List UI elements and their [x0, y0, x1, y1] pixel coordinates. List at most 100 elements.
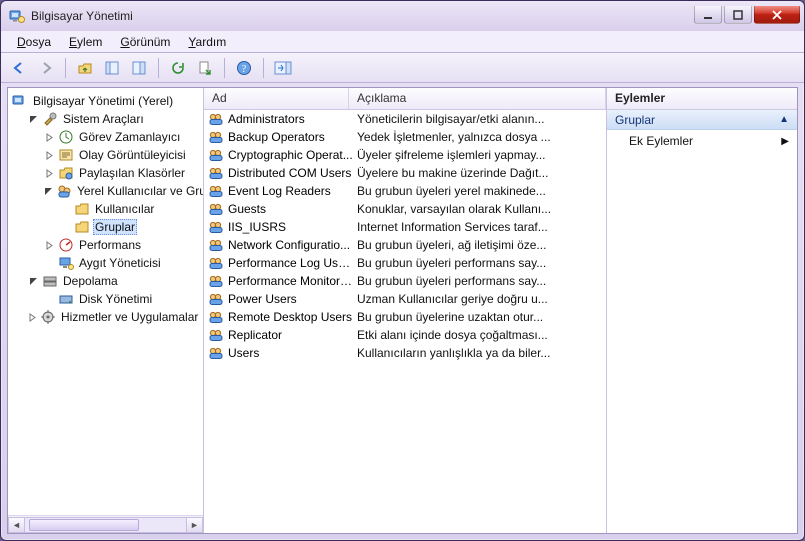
- group-name: Users: [228, 346, 353, 360]
- scroll-right-button[interactable]: ►: [186, 517, 203, 533]
- group-icon: [208, 183, 224, 199]
- maximize-button[interactable]: [724, 6, 752, 24]
- tree-label: Kullanıcılar: [93, 202, 156, 216]
- group-description: Internet Information Services taraf...: [353, 220, 606, 234]
- list-item[interactable]: Distributed COM UsersÜyelere bu makine ü…: [204, 164, 606, 182]
- tree-local-users-groups[interactable]: Yerel Kullanıcılar ve Gruplar: [44, 182, 203, 200]
- back-button[interactable]: [7, 56, 31, 80]
- collapse-icon[interactable]: [44, 186, 53, 197]
- group-icon: [208, 273, 224, 289]
- folder-icon: [74, 219, 90, 235]
- main-body: Bilgisayar Yönetimi (Yerel): [7, 87, 798, 534]
- list-item[interactable]: GuestsKonuklar, varsayılan olarak Kullan…: [204, 200, 606, 218]
- group-name: Guests: [228, 202, 353, 216]
- title-bar[interactable]: Bilgisayar Yönetimi: [1, 1, 804, 31]
- toolbar-separator: [224, 58, 225, 78]
- group-name: Replicator: [228, 328, 353, 342]
- list-item[interactable]: Cryptographic Operat...Üyeler şifreleme …: [204, 146, 606, 164]
- shared-folders-icon: [58, 165, 74, 181]
- expand-icon[interactable]: [28, 312, 37, 323]
- tree-label: Depolama: [61, 274, 120, 288]
- tree-root[interactable]: Bilgisayar Yönetimi (Yerel): [12, 92, 203, 110]
- list-pane: Ad Açıklama AdministratorsYöneticilerin …: [204, 88, 607, 533]
- tree-system-tools[interactable]: Sistem Araçları: [28, 110, 203, 128]
- actions-section[interactable]: Gruplar ▲: [607, 110, 797, 130]
- refresh-button[interactable]: [166, 56, 190, 80]
- collapse-icon[interactable]: [28, 114, 39, 125]
- list-item[interactable]: UsersKullanıcıların yanlışlıkla ya da bi…: [204, 344, 606, 362]
- tree-users-folder[interactable]: Kullanıcılar: [60, 200, 203, 218]
- actions-more-label: Ek Eylemler: [629, 134, 693, 148]
- tree-event-viewer[interactable]: Olay Görüntüleyicisi: [44, 146, 203, 164]
- list-item[interactable]: Backup OperatorsYedek İşletmenler, yalnı…: [204, 128, 606, 146]
- group-name: IIS_IUSRS: [228, 220, 353, 234]
- list-item[interactable]: Network Configuratio...Bu grubun üyeleri…: [204, 236, 606, 254]
- tree-groups-folder[interactable]: Gruplar: [60, 218, 203, 236]
- group-description: Bu grubun üyeleri performans say...: [353, 256, 606, 270]
- expand-icon[interactable]: [44, 132, 55, 143]
- menu-action-label: Eylem: [69, 35, 102, 49]
- event-viewer-icon: [58, 147, 74, 163]
- tree-pane: Bilgisayar Yönetimi (Yerel): [8, 88, 204, 533]
- group-description: Üyeler şifreleme işlemleri yapmay...: [353, 148, 606, 162]
- list-item[interactable]: Performance Log UsersBu grubun üyeleri p…: [204, 254, 606, 272]
- group-description: Bu grubun üyeleri performans say...: [353, 274, 606, 288]
- group-description: Bu grubun üyeleri yerel makinede...: [353, 184, 606, 198]
- tree-disk-management[interactable]: Disk Yönetimi: [44, 290, 203, 308]
- list-item[interactable]: ReplicatorEtki alanı içinde dosya çoğalt…: [204, 326, 606, 344]
- list-item[interactable]: Power UsersUzman Kullanıcılar geriye doğ…: [204, 290, 606, 308]
- list-item[interactable]: Remote Desktop UsersBu grubun üyelerine …: [204, 308, 606, 326]
- up-folder-button[interactable]: [73, 56, 97, 80]
- tree-shared-folders[interactable]: Paylaşılan Klasörler: [44, 164, 203, 182]
- close-button[interactable]: [754, 6, 800, 24]
- expand-icon[interactable]: [44, 240, 55, 251]
- list-item[interactable]: AdministratorsYöneticilerin bilgisayar/e…: [204, 110, 606, 128]
- menu-action[interactable]: Eylem: [61, 33, 110, 51]
- list-item[interactable]: Performance Monitor ...Bu grubun üyeleri…: [204, 272, 606, 290]
- tree-label: Aygıt Yöneticisi: [77, 256, 163, 270]
- menu-help[interactable]: Yardım: [180, 33, 234, 51]
- help-button[interactable]: ?: [232, 56, 256, 80]
- menu-view-label: Görünüm: [120, 35, 170, 49]
- list-item[interactable]: Event Log ReadersBu grubun üyeleri yerel…: [204, 182, 606, 200]
- scroll-thumb[interactable]: [29, 519, 139, 531]
- group-description: Etki alanı içinde dosya çoğaltması...: [353, 328, 606, 342]
- tree-device-manager[interactable]: Aygıt Yöneticisi: [44, 254, 203, 272]
- tree-storage[interactable]: Depolama: [28, 272, 203, 290]
- collapse-section-icon[interactable]: ▲: [779, 114, 789, 125]
- actions-more-item[interactable]: Ek Eylemler ▶: [607, 130, 797, 152]
- toolbar: ?: [1, 53, 804, 83]
- column-header-desc[interactable]: Açıklama: [349, 88, 606, 109]
- group-name: Performance Monitor ...: [228, 274, 353, 288]
- menu-view[interactable]: Görünüm: [112, 33, 178, 51]
- action-pane-toggle-button[interactable]: [271, 56, 295, 80]
- column-header-name[interactable]: Ad: [204, 88, 349, 109]
- scroll-left-button[interactable]: ◄: [8, 517, 25, 533]
- export-list-button[interactable]: [193, 56, 217, 80]
- tree-performance[interactable]: Performans: [44, 236, 203, 254]
- tree-label: Gruplar: [93, 219, 137, 235]
- group-name: Distributed COM Users: [228, 166, 353, 180]
- tree-horizontal-scrollbar[interactable]: ◄ ►: [8, 515, 203, 533]
- collapse-icon[interactable]: [28, 276, 39, 287]
- scroll-track[interactable]: [25, 517, 186, 533]
- menu-file[interactable]: Dosya: [9, 33, 59, 51]
- group-icon: [208, 237, 224, 253]
- minimize-button[interactable]: [694, 6, 722, 24]
- tree-services-apps[interactable]: Hizmetler ve Uygulamalar: [28, 308, 203, 326]
- expand-icon[interactable]: [44, 150, 55, 161]
- group-icon: [208, 255, 224, 271]
- tree-label: Görev Zamanlayıcı: [77, 130, 182, 144]
- group-name: Network Configuratio...: [228, 238, 353, 252]
- forward-button[interactable]: [34, 56, 58, 80]
- expand-icon[interactable]: [44, 168, 55, 179]
- tree-task-scheduler[interactable]: Görev Zamanlayıcı: [44, 128, 203, 146]
- show-hide-tree-button[interactable]: [100, 56, 124, 80]
- properties-button[interactable]: [127, 56, 151, 80]
- tree-label: Disk Yönetimi: [77, 292, 154, 306]
- console-tree[interactable]: Bilgisayar Yönetimi (Yerel): [8, 88, 203, 515]
- storage-icon: [42, 273, 58, 289]
- group-name: Backup Operators: [228, 130, 353, 144]
- list-body[interactable]: AdministratorsYöneticilerin bilgisayar/e…: [204, 110, 606, 533]
- list-item[interactable]: IIS_IUSRSInternet Information Services t…: [204, 218, 606, 236]
